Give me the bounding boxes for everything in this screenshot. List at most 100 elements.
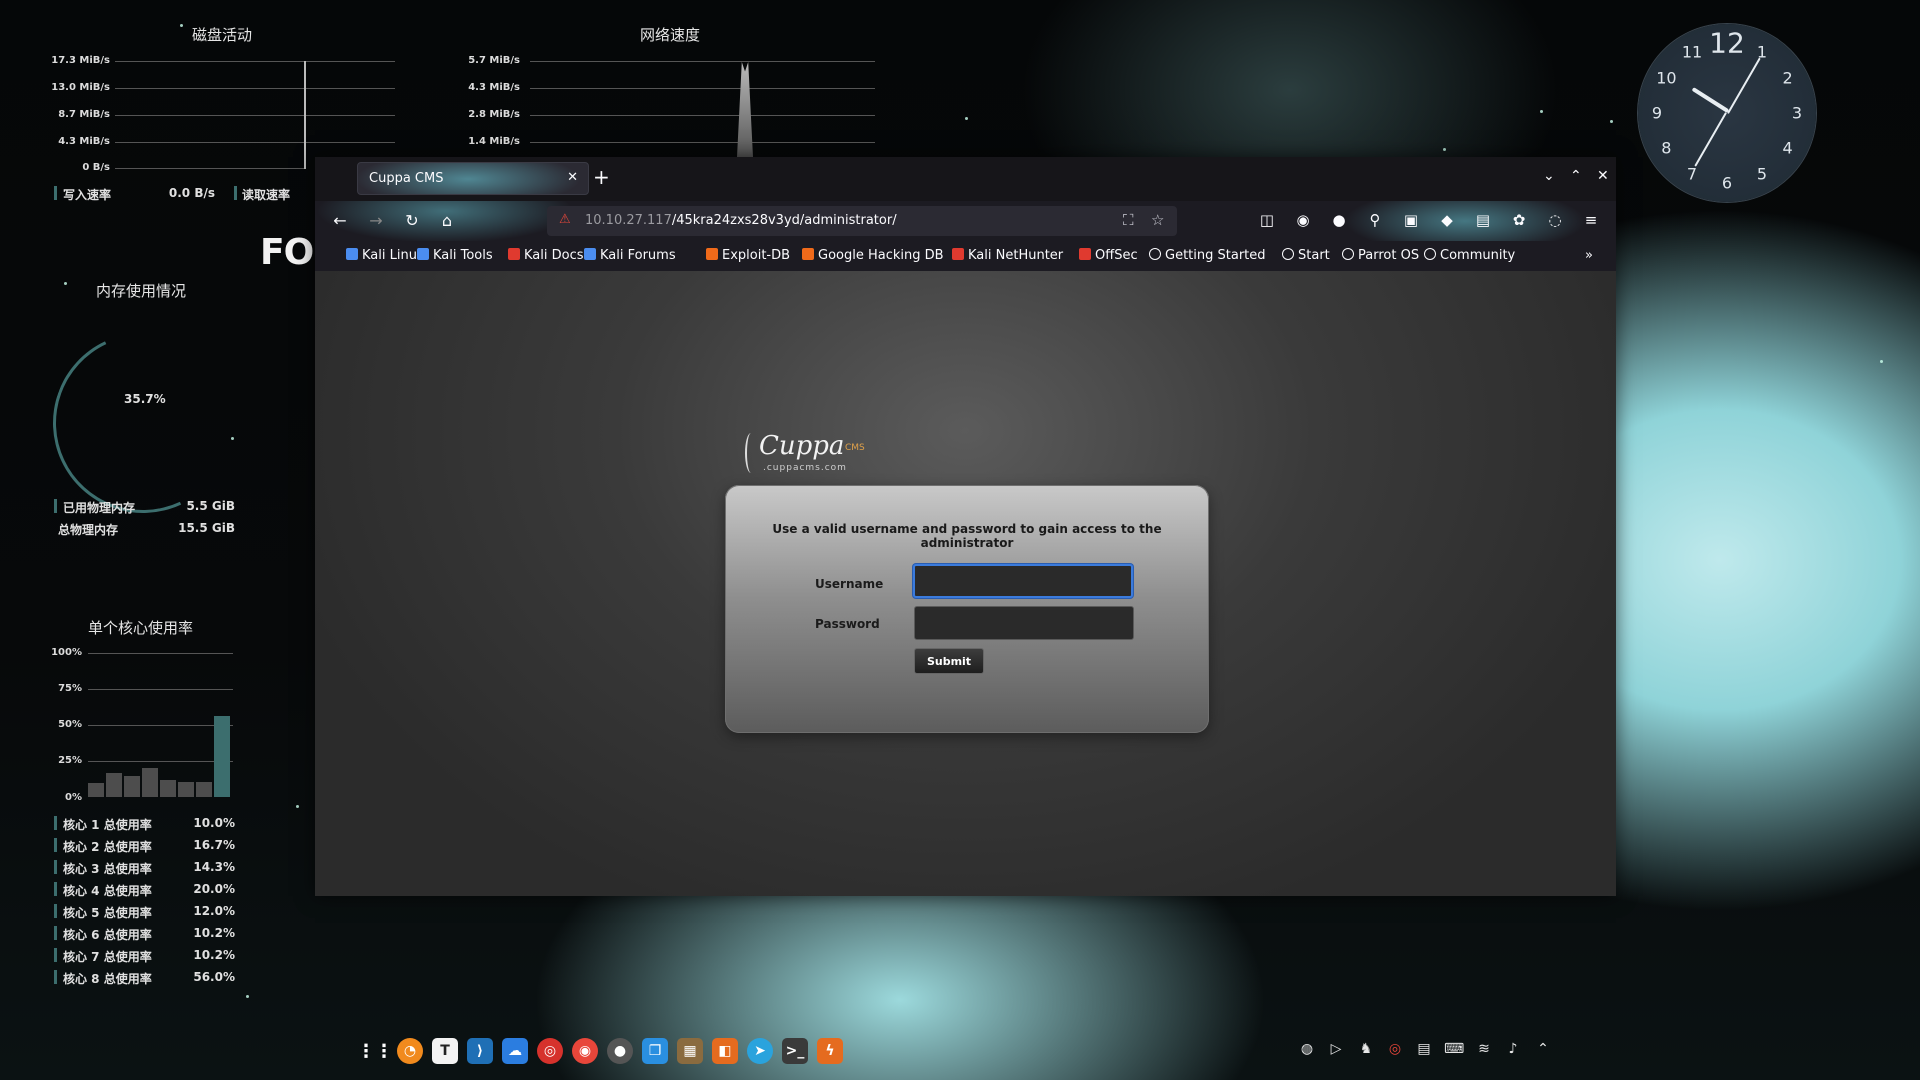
disk-read-label: 读取速率: [242, 188, 291, 202]
wifi-icon[interactable]: ≋: [1474, 1041, 1494, 1061]
bookmark-label: Community: [1440, 248, 1516, 263]
clock-hour-hand: [1691, 87, 1730, 113]
bookmark-kali-docs[interactable]: Kali Docs: [508, 248, 584, 263]
cpu-core-label: 核心 1 总使用率: [63, 818, 152, 832]
disk-y-label: 17.3 MiB/s: [51, 55, 110, 66]
bookmark-kali-forums[interactable]: Kali Forums: [584, 248, 676, 263]
clock-number: 7: [1686, 164, 1698, 184]
bookmark-exploit-db[interactable]: Exploit-DB: [706, 248, 790, 263]
back-icon[interactable]: ←: [329, 211, 351, 230]
netease-tray-icon[interactable]: ◎: [1385, 1041, 1405, 1061]
clock-number: 5: [1756, 164, 1768, 184]
memory-percent: 35.7%: [124, 392, 166, 406]
cpu-y-label: 50%: [58, 719, 82, 730]
home-icon[interactable]: ⌂: [436, 211, 458, 230]
bookmark-star-icon[interactable]: ☆: [1151, 211, 1164, 229]
extension-icon[interactable]: ●: [1329, 211, 1349, 229]
cloud-app-icon[interactable]: ☁: [502, 1038, 528, 1064]
volume-icon[interactable]: ♪: [1503, 1041, 1523, 1061]
bookmark-label: OffSec: [1095, 248, 1138, 263]
extension-icon[interactable]: ⚲: [1365, 211, 1385, 229]
disk-write-label: 写入速率: [63, 188, 112, 202]
bookmarks-overflow-icon[interactable]: »: [1585, 248, 1593, 263]
tray-expand-icon[interactable]: ⌃: [1533, 1041, 1553, 1061]
terminal-icon[interactable]: >_: [782, 1038, 808, 1064]
cpu-y-label: 75%: [58, 683, 82, 694]
burpsuite-icon[interactable]: ◧: [712, 1038, 738, 1064]
bookmark-kali-linux[interactable]: Kali Linux: [346, 248, 425, 263]
cpu-y-label: 100%: [51, 647, 82, 658]
bookmark-label: Getting Started: [1165, 248, 1266, 263]
new-tab-button[interactable]: +: [593, 165, 610, 189]
game-app-icon[interactable]: ▦: [677, 1038, 703, 1064]
app-launcher-icon[interactable]: ⋮⋮: [357, 1038, 393, 1064]
bookmark-label: Kali Linux: [362, 248, 425, 263]
clipboard-icon[interactable]: ▤: [1414, 1041, 1434, 1061]
pocket-icon[interactable]: ◫: [1257, 211, 1277, 229]
clock-number: 4: [1782, 138, 1793, 158]
clock-number: 2: [1782, 68, 1793, 88]
globe-icon: [1149, 248, 1161, 260]
reload-icon[interactable]: ↻: [401, 211, 423, 230]
list-tabs-icon[interactable]: ⌄: [1543, 168, 1555, 184]
chrome-icon[interactable]: ◉: [572, 1038, 598, 1064]
disk-y-label: 13.0 MiB/s: [51, 82, 110, 93]
disk-write-value: 0.0 B/s: [168, 186, 215, 200]
memory-used-label: 已用物理内存: [63, 501, 136, 515]
media-player-icon[interactable]: ▷: [1326, 1041, 1346, 1061]
submit-button[interactable]: Submit: [914, 648, 984, 674]
clock-number: 8: [1661, 138, 1672, 158]
insecure-lock-icon[interactable]: ⚠: [559, 212, 571, 227]
extension-icon[interactable]: ◆: [1437, 211, 1457, 229]
text-editor-icon[interactable]: T: [432, 1038, 458, 1064]
bookmark-label: Parrot OS: [1358, 248, 1420, 263]
extension-icon[interactable]: ▤: [1473, 211, 1493, 229]
keyboard-icon[interactable]: ⌨: [1444, 1041, 1464, 1061]
burpsuite-pro-icon[interactable]: ϟ: [817, 1038, 843, 1064]
netease-music-icon[interactable]: ◎: [537, 1038, 563, 1064]
forward-icon[interactable]: →: [365, 211, 387, 230]
bookmark-label: Kali Docs: [524, 248, 584, 263]
bookmark-getting-started[interactable]: Getting Started: [1149, 248, 1266, 263]
clock-number: 9: [1651, 103, 1663, 123]
bookmark-parrot-os[interactable]: Parrot OS: [1342, 248, 1419, 263]
firefox-icon[interactable]: ◔: [397, 1038, 423, 1064]
cpu-core-bar: [214, 716, 230, 797]
bookmark-community[interactable]: Community: [1424, 248, 1515, 263]
cpu-core-label: 核心 2 总使用率: [63, 840, 152, 854]
globe-icon: [1342, 248, 1354, 260]
cpu-core-bar: [160, 780, 176, 797]
disk-spike: [304, 61, 306, 169]
maximize-icon[interactable]: ⌃: [1570, 168, 1582, 184]
tab-title: Cuppa CMS: [369, 171, 444, 186]
bookmark-start[interactable]: Start: [1282, 248, 1330, 263]
disk-y-label: 4.3 MiB/s: [58, 136, 110, 147]
tab-cuppa-cms[interactable]: Cuppa CMS ✕: [357, 162, 589, 195]
bookmark-google-hacking-db[interactable]: Google Hacking DB: [802, 248, 944, 263]
cat-app-icon[interactable]: ♞: [1356, 1041, 1376, 1061]
obs-icon[interactable]: ●: [607, 1038, 633, 1064]
net-y-label: 5.7 MiB/s: [468, 55, 520, 66]
tray-app-icon[interactable]: ◍: [1297, 1041, 1317, 1061]
tab-close-icon[interactable]: ✕: [567, 170, 578, 185]
username-input[interactable]: [913, 564, 1133, 598]
bookmark-kali-tools[interactable]: Kali Tools: [417, 248, 493, 263]
clock-number: 10: [1656, 68, 1677, 88]
hamburger-menu-icon[interactable]: ≡: [1581, 211, 1601, 229]
translate-icon[interactable]: ⛶: [1123, 211, 1134, 229]
extension-icon[interactable]: ◉: [1293, 211, 1313, 229]
extension-icon[interactable]: ✿: [1509, 211, 1529, 229]
extension-icon[interactable]: ▣: [1401, 211, 1421, 229]
bookmark-offsec[interactable]: OffSec: [1079, 248, 1138, 263]
bookmark-kali-nethunter[interactable]: Kali NetHunter: [952, 248, 1063, 263]
extension-icon[interactable]: ◌: [1545, 211, 1565, 229]
analog-clock: 12 1 2 3 4 5 6 7 8 9 10 11: [1638, 24, 1816, 202]
url-bar[interactable]: ⚠ 10.10.27.117/45kra24zxs28v3yd/administ…: [547, 206, 1177, 236]
telegram-icon[interactable]: ➤: [747, 1038, 773, 1064]
close-window-icon[interactable]: ✕: [1597, 168, 1609, 184]
vscode-icon[interactable]: ⟩: [467, 1038, 493, 1064]
url-text[interactable]: 10.10.27.117/45kra24zxs28v3yd/administra…: [585, 213, 897, 228]
bookmarks-toolbar: » Kali Linux Kali Tools Kali Docs Kali Foru…: [315, 241, 1616, 271]
window-manager-icon[interactable]: ❐: [642, 1038, 668, 1064]
password-input[interactable]: [914, 606, 1134, 640]
